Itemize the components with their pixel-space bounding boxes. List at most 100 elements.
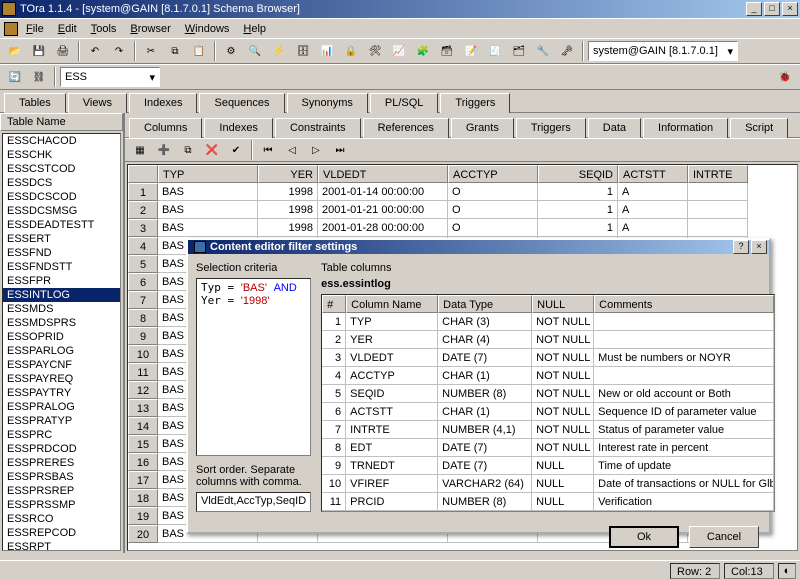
subtab-data[interactable]: Data [588, 118, 641, 138]
ok-button[interactable]: Ok [609, 526, 679, 548]
list-item[interactable]: ESSPRSSMP [3, 498, 120, 512]
sort-input[interactable]: VldEdt,AccTyp,SeqID [196, 492, 311, 512]
tool-icon[interactable]: 📊 [316, 40, 338, 62]
undo-icon[interactable]: ↶ [84, 40, 106, 62]
list-item[interactable]: ESSCHACOD [3, 134, 120, 148]
list-item[interactable]: ESSMDSPRS [3, 316, 120, 330]
subtab-indexes[interactable]: Indexes [204, 118, 273, 138]
list-item[interactable]: ESSRCO [3, 512, 120, 526]
object-list[interactable]: ESSCHACODESSCHKESSCSTCODESSDCSESSDCSCODE… [2, 133, 121, 551]
list-item[interactable]: ESSRPT [3, 540, 120, 551]
dialog-help-button[interactable]: ? [733, 240, 749, 254]
list-item[interactable]: ESSCSTCOD [3, 162, 120, 176]
tool-icon[interactable]: 🛠 [364, 40, 386, 62]
subtab-script[interactable]: Script [730, 118, 788, 138]
subtab-columns[interactable]: Columns [129, 118, 202, 138]
list-item[interactable]: ESSPRERES [3, 456, 120, 470]
list-item[interactable]: ESSPAYTRY [3, 386, 120, 400]
list-item[interactable]: ESSPAYREQ [3, 372, 120, 386]
add-row-icon[interactable]: ➕ [153, 139, 175, 161]
open-icon[interactable]: 📂 [4, 40, 26, 62]
dialog-close-button[interactable]: × [751, 240, 767, 254]
menu-tools[interactable]: Tools [85, 21, 123, 37]
list-item[interactable]: ESSPRSREP [3, 484, 120, 498]
minimize-button[interactable]: _ [746, 2, 762, 16]
tab-pl/sql[interactable]: PL/SQL [370, 93, 439, 113]
list-item[interactable]: ESSPRALOG [3, 400, 120, 414]
redo-icon[interactable]: ↷ [108, 40, 130, 62]
list-item[interactable]: ESSPRATYP [3, 414, 120, 428]
tab-views[interactable]: Views [68, 93, 127, 113]
connection-combo[interactable]: system@GAIN [8.1.7.0.1]▾ [588, 41, 738, 61]
list-item[interactable]: ESSFPR [3, 274, 120, 288]
tool-icon[interactable]: 🗝 [556, 40, 578, 62]
paste-icon[interactable]: 📋 [188, 40, 210, 62]
list-item[interactable]: ESSDCS [3, 176, 120, 190]
tab-tables[interactable]: Tables [4, 93, 66, 113]
list-item[interactable]: ESSPAYCNF [3, 358, 120, 372]
subtab-information[interactable]: Information [643, 118, 728, 138]
next-icon[interactable]: ▷ [305, 139, 327, 161]
list-item[interactable]: ESSDCSCOD [3, 190, 120, 204]
list-item[interactable]: ESSDCSMSG [3, 204, 120, 218]
menu-help[interactable]: Help [237, 21, 272, 37]
subtab-constraints[interactable]: Constraints [275, 118, 361, 138]
list-item[interactable]: ESSERT [3, 232, 120, 246]
app-menu-icon[interactable] [4, 22, 18, 36]
criteria-input[interactable]: Typ = 'BAS' ANDYer = '1998' [196, 278, 311, 456]
maximize-button[interactable]: □ [764, 2, 780, 16]
dialog-titlebar[interactable]: Content editor filter settings ? × [188, 240, 769, 254]
filter-icon[interactable]: ⛓ [28, 66, 50, 88]
list-item[interactable]: ESSCHK [3, 148, 120, 162]
save-icon[interactable]: 💾 [28, 40, 50, 62]
refresh-icon[interactable]: 🔄 [4, 66, 26, 88]
list-item[interactable]: ESSFND [3, 246, 120, 260]
tool-icon[interactable]: ⚡ [268, 40, 290, 62]
menu-file[interactable]: File [20, 21, 50, 37]
menu-edit[interactable]: Edit [52, 21, 83, 37]
print-icon[interactable]: 🖨 [52, 40, 74, 62]
tool-icon[interactable]: ⚙ [220, 40, 242, 62]
first-icon[interactable]: ⏮ [257, 139, 279, 161]
menu-windows[interactable]: Windows [179, 21, 236, 37]
list-item[interactable]: ESSPRC [3, 428, 120, 442]
schema-combo[interactable]: ESS▾ [60, 67, 160, 87]
bug-icon[interactable]: 🐞 [774, 66, 796, 88]
cancel-button[interactable]: Cancel [689, 526, 759, 548]
tool-icon[interactable]: 🗄 [292, 40, 314, 62]
list-item[interactable]: ESSPARLOG [3, 344, 120, 358]
copy-row-icon[interactable]: ⧉ [177, 139, 199, 161]
tool-icon[interactable]: 🔒 [340, 40, 362, 62]
subtab-references[interactable]: References [363, 118, 449, 138]
subtab-triggers[interactable]: Triggers [516, 118, 586, 138]
tool-icon[interactable]: 🧾 [484, 40, 506, 62]
list-item[interactable]: ESSFNDSTT [3, 260, 120, 274]
last-icon[interactable]: ⏭ [329, 139, 351, 161]
list-item[interactable]: ESSPRSBAS [3, 470, 120, 484]
copy-icon[interactable]: ⧉ [164, 40, 186, 62]
tool-icon[interactable]: 🗂 [508, 40, 530, 62]
list-item[interactable]: ESSINTLOG [3, 288, 120, 302]
filter-icon[interactable]: ▦ [129, 139, 151, 161]
prev-icon[interactable]: ◁ [281, 139, 303, 161]
commit-icon[interactable]: ✔ [225, 139, 247, 161]
tool-icon[interactable]: 🔍 [244, 40, 266, 62]
tool-icon[interactable]: 📈 [388, 40, 410, 62]
cut-icon[interactable]: ✂ [140, 40, 162, 62]
menu-browser[interactable]: Browser [124, 21, 176, 37]
tool-icon[interactable]: 🧩 [412, 40, 434, 62]
tab-synonyms[interactable]: Synonyms [287, 93, 368, 113]
tool-icon[interactable]: 📝 [460, 40, 482, 62]
close-button[interactable]: × [782, 2, 798, 16]
list-item[interactable]: ESSMDS [3, 302, 120, 316]
tool-icon[interactable]: 🗃 [436, 40, 458, 62]
list-item[interactable]: ESSOPRID [3, 330, 120, 344]
tool-icon[interactable]: 🔧 [532, 40, 554, 62]
tab-sequences[interactable]: Sequences [199, 93, 284, 113]
list-item[interactable]: ESSREPCOD [3, 526, 120, 540]
list-item[interactable]: ESSPRDCOD [3, 442, 120, 456]
list-item[interactable]: ESSDEADTESTT [3, 218, 120, 232]
tab-triggers[interactable]: Triggers [440, 93, 510, 113]
delete-row-icon[interactable]: ❌ [201, 139, 223, 161]
column-list[interactable]: #Column NameData TypeNULLComments1TYPCHA… [321, 294, 775, 512]
